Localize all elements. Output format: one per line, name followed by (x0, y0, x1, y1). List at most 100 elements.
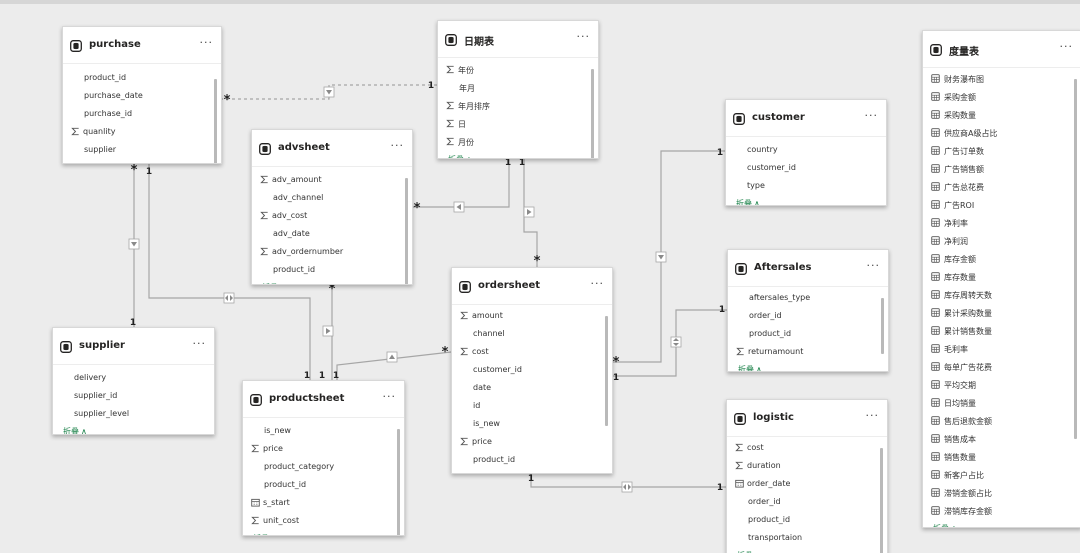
field-item[interactable]: 广告总花费 (923, 178, 1069, 196)
table-supplier[interactable]: supplier ··· delivery supplier_id supplier_l… (52, 327, 215, 435)
field-item[interactable]: product_id (252, 261, 400, 279)
field-item[interactable]: duration (727, 457, 875, 475)
field-item[interactable]: order_id (727, 493, 875, 511)
field-item[interactable]: price (452, 433, 600, 451)
field-item[interactable]: 新客户占比 (923, 466, 1069, 484)
more-options-button[interactable]: ··· (866, 409, 880, 422)
field-item[interactable]: purchase_date (63, 87, 209, 105)
table-purchase[interactable]: purchase ··· product_id purchase_date purcha… (62, 26, 222, 164)
field-item[interactable]: type (726, 177, 874, 195)
table-productsheet[interactable]: productsheet ··· is_new price product_catego… (242, 380, 405, 536)
field-item[interactable]: 库存金额 (923, 250, 1069, 268)
field-item[interactable]: 毛利率 (923, 340, 1069, 358)
scrollbar[interactable] (881, 298, 884, 354)
collapse-button[interactable]: 折叠∧ (73, 162, 97, 163)
relationship-ordersheet-logistic[interactable]: 11 (528, 472, 726, 493)
relationship-ordersheet-productsheet[interactable]: *1 (333, 345, 452, 381)
scrollbar[interactable] (405, 178, 408, 284)
more-options-button[interactable]: ··· (577, 30, 591, 43)
field-item[interactable]: product_id (243, 476, 392, 494)
field-item[interactable]: 净利率 (923, 214, 1069, 232)
scrollbar[interactable] (591, 69, 594, 158)
field-item[interactable]: supplier_level (53, 405, 202, 423)
field-item[interactable]: adv_cost (252, 207, 400, 225)
field-item[interactable]: adv_amount (252, 171, 400, 189)
table-header[interactable]: supplier ··· (53, 328, 214, 365)
more-options-button[interactable]: ··· (383, 390, 397, 403)
field-item[interactable]: product_id (727, 511, 875, 529)
field-item[interactable]: cost (452, 343, 600, 361)
table-header[interactable]: purchase ··· (63, 27, 221, 64)
model-canvas[interactable]: * 1 * 1 1 1 * 1 * 1 * 1 * 1 * 1 1 1 1 1 purchase ··· product_… (0, 0, 1080, 553)
scrollbar[interactable] (605, 316, 608, 426)
more-options-button[interactable]: ··· (200, 36, 214, 49)
scrollbar[interactable] (397, 429, 400, 535)
more-options-button[interactable]: ··· (867, 259, 881, 272)
field-item[interactable]: 累计采购数量 (923, 304, 1069, 322)
field-item[interactable]: purchase_id (63, 105, 209, 123)
field-item[interactable]: 销售成本 (923, 430, 1069, 448)
field-item[interactable]: 广告销售额 (923, 160, 1069, 178)
collapse-button[interactable]: 折叠∧ (933, 523, 957, 527)
field-item[interactable]: transportaion (727, 529, 875, 547)
relationship-ordersheet-aftersales[interactable]: 11 (611, 305, 727, 383)
scrollbar[interactable] (880, 448, 883, 553)
field-item[interactable]: adv_channel (252, 189, 400, 207)
field-item[interactable]: 采购金额 (923, 88, 1069, 106)
table-header[interactable]: 度量表 ··· (923, 31, 1080, 68)
scrollbar[interactable] (214, 79, 217, 163)
field-item[interactable]: 采购数量 (923, 106, 1069, 124)
field-item[interactable]: 净利润 (923, 232, 1069, 250)
field-item[interactable]: 平均交期 (923, 376, 1069, 394)
field-item[interactable]: 日 (438, 115, 586, 133)
more-options-button[interactable]: ··· (1060, 40, 1074, 53)
field-item[interactable]: product_id (452, 451, 600, 469)
collapse-button[interactable]: 折叠∧ (462, 472, 486, 473)
table-logistic[interactable]: logistic ··· cost duration order_date order_i… (726, 399, 888, 553)
collapse-button[interactable]: 折叠∧ (736, 198, 760, 205)
table-ordersheet[interactable]: ordersheet ··· amount channel cost customer_i… (451, 267, 613, 474)
table-date[interactable]: 日期表 ··· 年份年月年月排序日月份折叠∧ (437, 20, 599, 159)
relationship-advsheet-productsheet[interactable]: *1 (319, 282, 336, 381)
field-item[interactable]: is_new (452, 415, 600, 433)
field-item[interactable]: product_id (63, 69, 209, 87)
field-item[interactable]: customer_id (452, 361, 600, 379)
field-item[interactable]: s_start (243, 494, 392, 512)
field-item[interactable]: delivery (53, 369, 202, 387)
collapse-button[interactable]: 折叠∧ (738, 364, 762, 371)
field-item[interactable]: date (452, 379, 600, 397)
field-item[interactable]: 广告订单数 (923, 142, 1069, 160)
field-item[interactable]: order_id (728, 307, 876, 325)
field-item[interactable]: 每单广告花费 (923, 358, 1069, 376)
field-item[interactable]: supplier (63, 141, 209, 159)
field-item[interactable]: price (243, 440, 392, 458)
table-aftersales[interactable]: Aftersales ··· aftersales_type order_id prod… (727, 249, 889, 372)
field-item[interactable]: quanlity (63, 123, 209, 141)
field-item[interactable]: 广告ROI (923, 196, 1069, 214)
field-item[interactable]: 库存周转天数 (923, 286, 1069, 304)
field-item[interactable]: id (452, 397, 600, 415)
field-item[interactable]: 供应商A级占比 (923, 124, 1069, 142)
table-header[interactable]: Aftersales ··· (728, 250, 888, 287)
field-item[interactable]: order_date (727, 475, 875, 493)
table-advsheet[interactable]: advsheet ··· adv_amount adv_channel adv_cost… (251, 129, 413, 285)
field-item[interactable]: product_id (728, 325, 876, 343)
more-options-button[interactable]: ··· (391, 139, 405, 152)
scrollbar[interactable] (1074, 79, 1077, 439)
field-item[interactable]: channel (452, 325, 600, 343)
field-item[interactable]: 滞销库存金额 (923, 502, 1069, 520)
field-item[interactable]: 月份 (438, 133, 586, 151)
field-item[interactable]: adv_ordernumber (252, 243, 400, 261)
table-header[interactable]: ordersheet ··· (452, 268, 612, 305)
field-item[interactable]: 销售数量 (923, 448, 1069, 466)
table-header[interactable]: customer ··· (726, 100, 886, 137)
table-header[interactable]: productsheet ··· (243, 381, 404, 418)
relationship-advsheet-date[interactable]: *1 (411, 157, 511, 216)
relationship-purchase-date[interactable]: *1 (220, 81, 437, 108)
table-measures[interactable]: 度量表 ··· 财务瀑布图 采购金额 采购数量 供应商A级占比 广告订单数 广告销售额 广告总花… (922, 30, 1080, 528)
field-item[interactable]: 库存数量 (923, 268, 1069, 286)
field-item[interactable]: 累计销售数量 (923, 322, 1069, 340)
field-item[interactable]: 年月 (438, 79, 586, 97)
field-item[interactable]: 财务瀑布图 (923, 70, 1069, 88)
more-options-button[interactable]: ··· (865, 109, 879, 122)
